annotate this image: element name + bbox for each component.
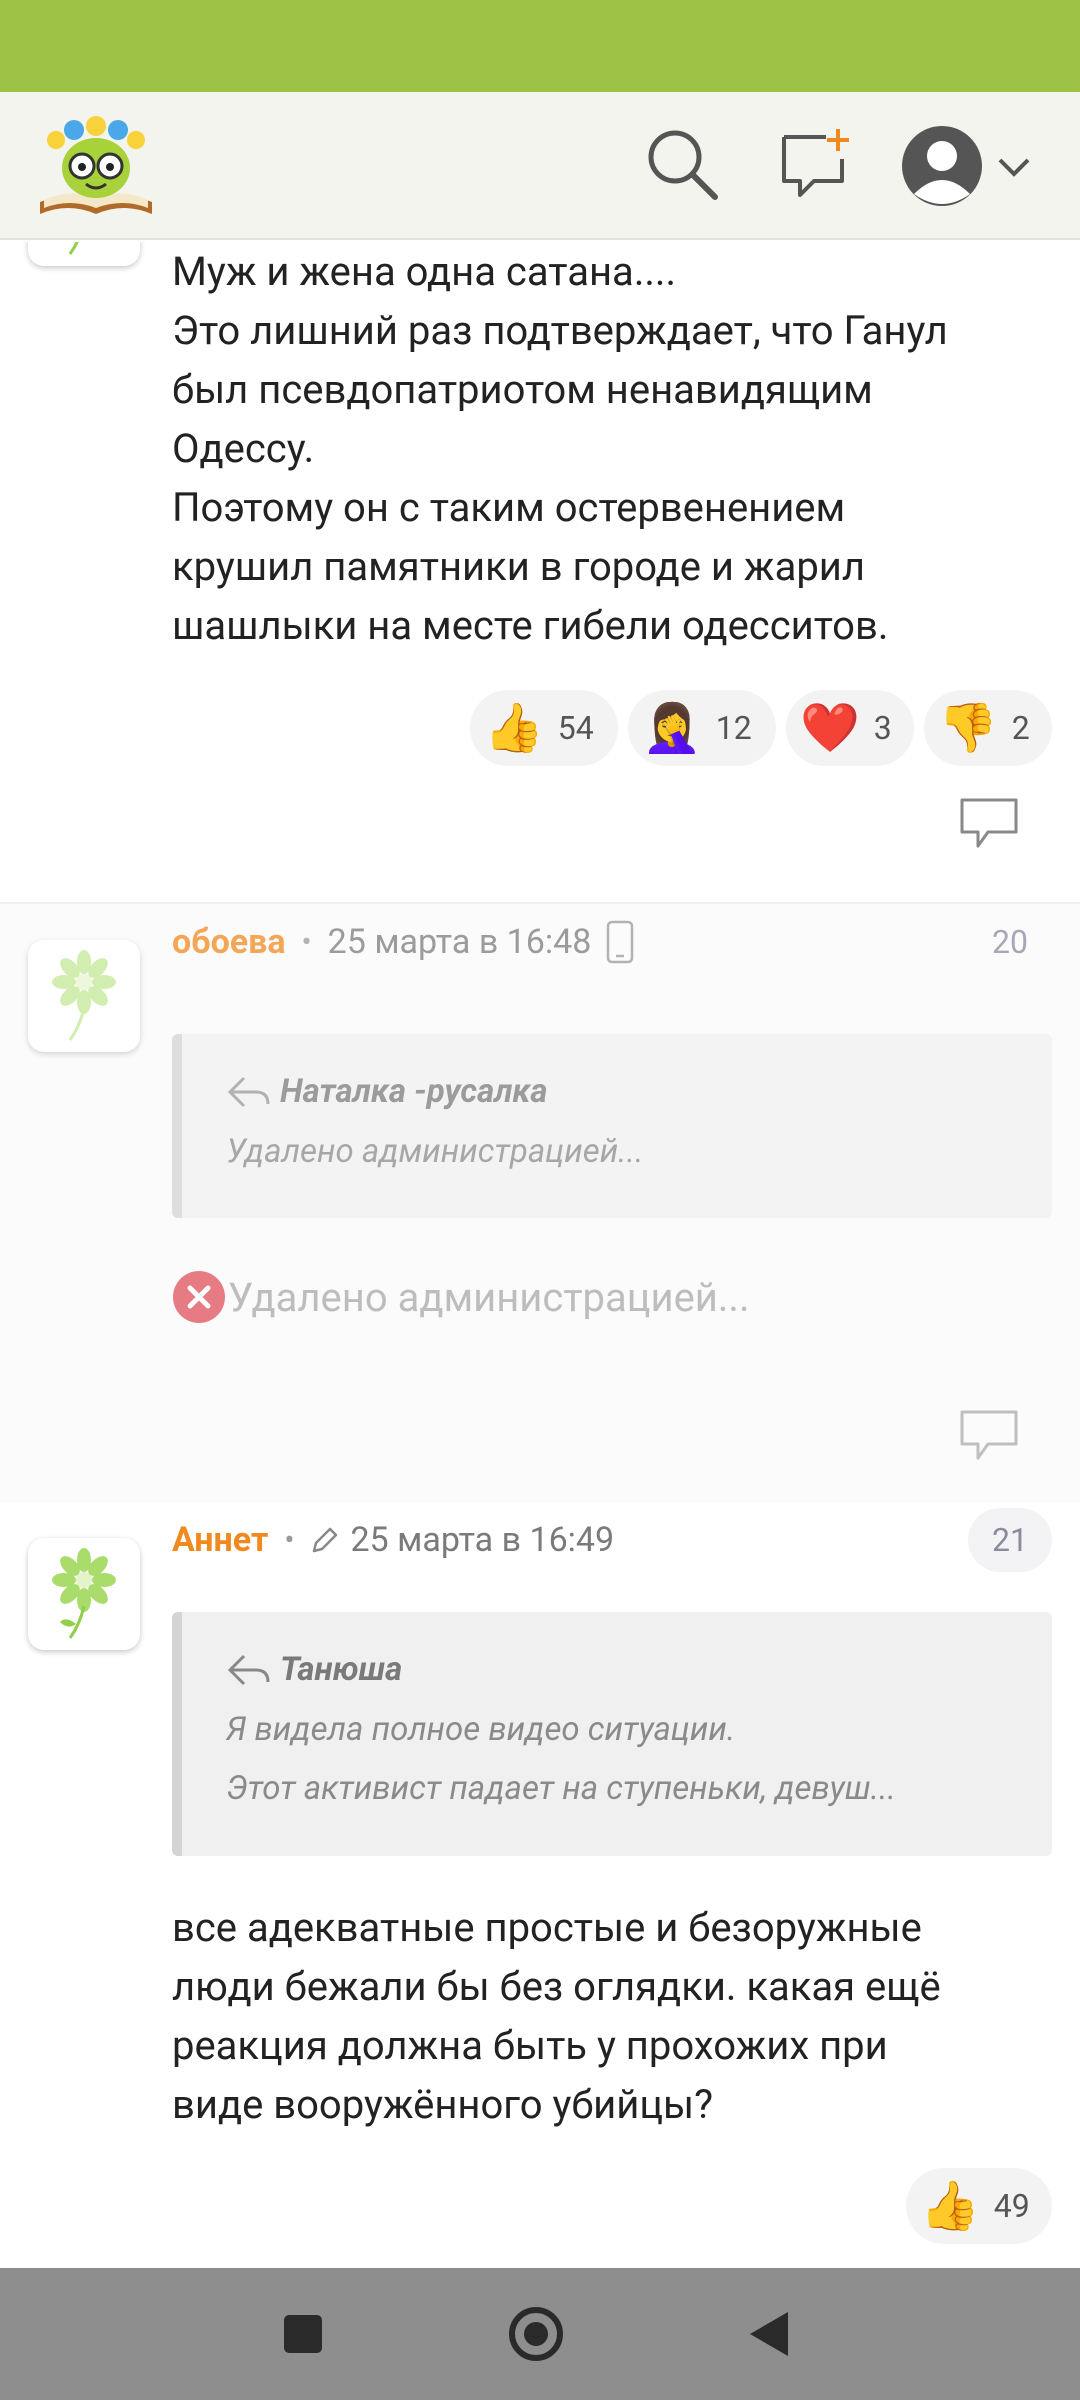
home-button[interactable] — [509, 2307, 563, 2361]
comment-text: все адекватные простые и безоружные люди… — [172, 1904, 941, 2128]
reply-arrow-icon — [227, 1654, 270, 1685]
quote-author: Наталка -русалка — [280, 1072, 548, 1111]
author-name[interactable]: обоева — [172, 922, 286, 962]
comments-list: Муж и жена одна сатана.... Это лишний ра… — [0, 242, 1080, 2268]
quote-text: Этот активист падает на ступеньки, девуш… — [226, 1769, 896, 1808]
quote-text: Я видела полное видео ситуации. — [226, 1710, 736, 1749]
quote-block: Танюша Я видела полное видео ситуации. Э… — [172, 1612, 1052, 1856]
avatar[interactable] — [28, 1538, 140, 1650]
reply-icon[interactable] — [958, 1408, 1020, 1462]
comment-meta: Аннет • 25 марта в 16:49 — [172, 1520, 615, 1560]
author-name[interactable]: Аннет — [172, 1520, 268, 1560]
back-button[interactable] — [750, 2312, 788, 2356]
avatar[interactable] — [28, 242, 140, 266]
reaction-heart[interactable]: ❤️ 3 — [786, 690, 914, 766]
recent-apps-button[interactable] — [284, 2315, 322, 2353]
comment-date: 25 марта в 16:48 — [327, 922, 592, 962]
comment-item: Муж и жена одна сатана.... Это лишний ра… — [0, 242, 1080, 902]
site-logo[interactable] — [34, 110, 158, 226]
reaction-like[interactable]: 👍 54 — [470, 690, 618, 766]
search-button[interactable] — [645, 127, 721, 203]
deleted-text: Удалено администрацией... — [228, 1273, 750, 1321]
deleted-message: Удалено администрацией... — [172, 1270, 750, 1324]
reactions-bar: 👍 54 🤦‍♀️ 12 ❤️ 3 👎 2 — [470, 690, 1052, 766]
comment-meta: обоева • 25 марта в 16:48 — [172, 918, 635, 966]
back-triangle-icon — [750, 2312, 788, 2356]
quote-block: Наталка -русалка Удалено администрацией.… — [172, 1034, 1052, 1218]
reaction-like[interactable]: 👍 49 — [906, 2168, 1052, 2244]
edited-pencil-icon — [313, 1527, 338, 1553]
quote-author: Танюша — [280, 1650, 403, 1689]
comment-item: обоева • 25 марта в 16:48 20 Наталка -ру… — [0, 902, 1080, 1502]
profile-menu-button[interactable] — [900, 122, 1050, 210]
reactions-bar: 👍 49 — [906, 2168, 1052, 2244]
mobile-icon — [607, 920, 634, 964]
comment-text: Муж и жена одна сатана.... Это лишний ра… — [172, 248, 948, 649]
reply-icon[interactable] — [958, 796, 1020, 850]
comment-item: Аннет • 25 марта в 16:49 21 Танюша Я вид… — [0, 1502, 1080, 2268]
new-message-button[interactable] — [776, 127, 856, 203]
comment-number[interactable]: 20 — [968, 910, 1052, 974]
comment-number[interactable]: 21 — [968, 1508, 1052, 1572]
reaction-dislike[interactable]: 👎 2 — [924, 690, 1052, 766]
comment-date: 25 марта в 16:49 — [350, 1520, 615, 1560]
status-bar — [0, 0, 1080, 92]
reaction-facepalm[interactable]: 🤦‍♀️ 12 — [628, 690, 776, 766]
new-message-icon — [782, 129, 849, 197]
chevron-down-icon — [998, 158, 1030, 177]
avatar[interactable] — [28, 940, 140, 1052]
deleted-icon — [173, 1271, 225, 1323]
app-header — [0, 92, 1080, 240]
square-icon — [284, 2315, 322, 2353]
avatar-icon — [902, 126, 982, 206]
quote-text: Удалено администрацией... — [226, 1132, 644, 1171]
system-navigation-bar — [0, 2268, 1080, 2400]
search-icon — [648, 130, 718, 200]
reply-arrow-icon — [227, 1076, 270, 1107]
